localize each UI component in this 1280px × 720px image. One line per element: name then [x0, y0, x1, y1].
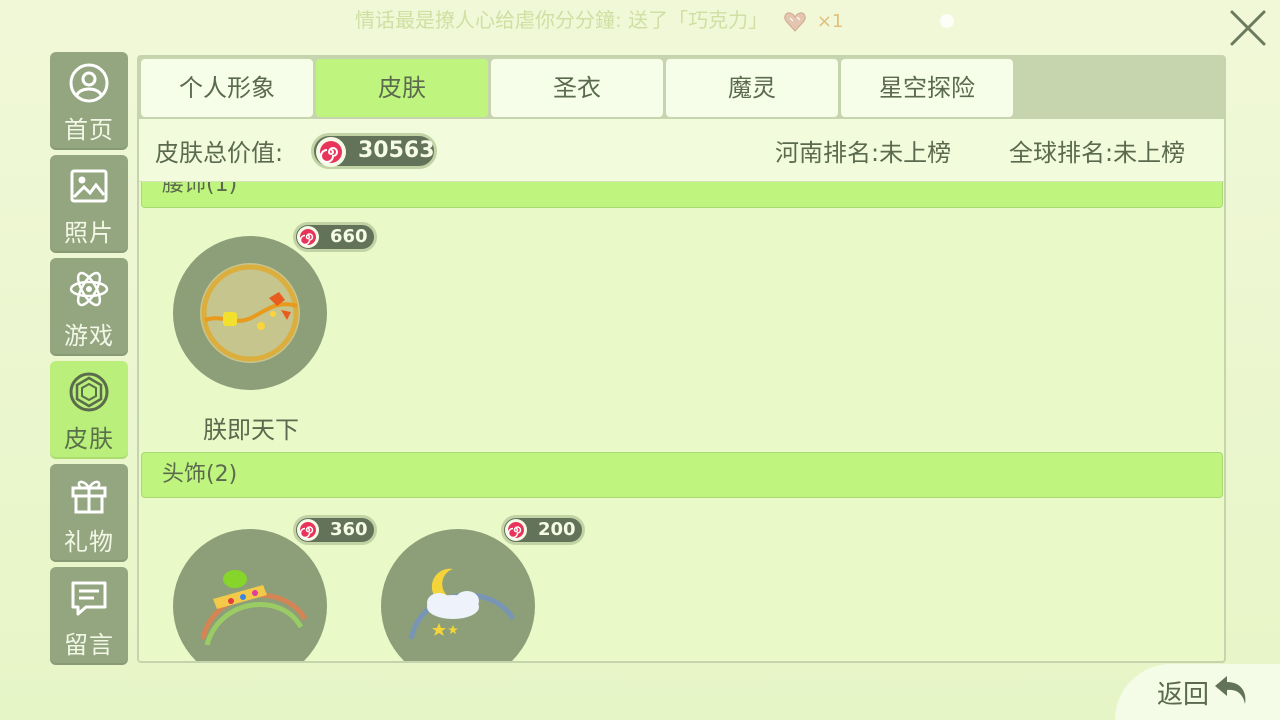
sidebar-item-messages[interactable]: 留言	[50, 567, 128, 665]
skin-summary: 皮肤总价值: 30563 河南排名:未上榜 全球排名:未上榜	[139, 119, 1224, 182]
sidebar-item-gifts[interactable]: 礼物	[50, 464, 128, 562]
sidebar-item-photos[interactable]: 照片	[50, 155, 128, 253]
candy-icon	[297, 226, 319, 248]
gem-icon	[69, 372, 109, 412]
price-badge[interactable]: 200	[501, 515, 585, 545]
tab-skins[interactable]: 皮肤	[316, 59, 488, 117]
skin-item-image	[173, 236, 327, 390]
close-button[interactable]	[1226, 6, 1270, 50]
sidebar-item-label: 皮肤	[64, 425, 114, 453]
sidebar-item-skins[interactable]: 皮肤	[50, 361, 128, 459]
atom-icon	[69, 271, 109, 307]
gift-icon	[71, 480, 107, 514]
price-badge[interactable]: 360	[293, 515, 377, 545]
price-value: 200	[538, 519, 576, 540]
skin-item[interactable]: 660 朕即天下	[173, 222, 377, 444]
photo-icon	[70, 169, 108, 203]
moon-cloud-icon	[408, 568, 516, 640]
tab-appearance[interactable]: 个人形象	[141, 59, 313, 117]
heart-chocolate-icon	[784, 11, 807, 32]
return-arrow-icon	[1215, 676, 1246, 704]
skin-list[interactable]: 腰饰(1) 660 朕即天下 头饰(2) 360 200	[139, 182, 1224, 661]
sidebar-item-games[interactable]: 游戏	[50, 258, 128, 356]
tab-bar: 个人形象 皮肤 圣衣 魔灵 星空探险	[139, 57, 1224, 119]
skin-item-image	[173, 529, 327, 661]
global-rank: 全球排名:未上榜	[1009, 139, 1186, 167]
price-value: 660	[330, 226, 368, 247]
tab-star-exploration[interactable]: 星空探险	[841, 59, 1013, 117]
tab-holy-cloth[interactable]: 圣衣	[491, 59, 663, 117]
marquee-text: 情话最是撩人心给虐你分分鐘: 送了「巧克力」	[355, 8, 769, 32]
candy-icon	[297, 519, 319, 541]
tab-spirit[interactable]: 魔灵	[666, 59, 838, 117]
sparkle-decoration	[940, 14, 954, 28]
close-icon	[1230, 10, 1266, 46]
sidebar-item-label: 礼物	[64, 528, 114, 556]
price-badge[interactable]: 660	[293, 222, 377, 252]
category-header-head: 头饰(2)	[141, 452, 1223, 498]
sidebar-item-label: 首页	[64, 116, 114, 144]
candy-icon	[505, 519, 527, 541]
skin-item[interactable]: 200	[381, 515, 585, 661]
message-icon	[71, 581, 107, 616]
marquee-count: ×1	[816, 11, 844, 32]
sidebar-item-label: 游戏	[64, 322, 114, 350]
rainbow-crown-icon	[200, 570, 308, 646]
sidebar-item-label: 留言	[64, 631, 114, 659]
back-button[interactable]: 返回	[1115, 664, 1280, 720]
price-value: 360	[330, 519, 368, 540]
skin-item[interactable]: 360	[173, 515, 377, 661]
skin-item-name: 朕即天下	[203, 416, 299, 444]
back-label: 返回	[1157, 680, 1210, 710]
sidebar-item-home[interactable]: 首页	[50, 52, 128, 150]
gift-broadcast-marquee: 情话最是撩人心给虐你分分鐘: 送了「巧克力」 ×1	[355, 6, 843, 34]
user-circle-icon	[69, 63, 109, 103]
skin-item-image	[381, 529, 535, 661]
category-header-waist: 腰饰(1)	[141, 182, 1223, 208]
skins-panel: 个人形象 皮肤 圣衣 魔灵 星空探险 皮肤总价值: 30563 河南排名:未上榜…	[137, 55, 1226, 663]
total-value-label: 皮肤总价值:	[155, 139, 284, 167]
candy-icon	[316, 137, 346, 167]
sidebar-item-label: 照片	[64, 219, 114, 247]
total-value-badge: 30563	[311, 133, 437, 169]
province-rank: 河南排名:未上榜	[775, 139, 952, 167]
golden-dragon-icon	[200, 263, 300, 363]
total-value: 30563	[358, 138, 435, 163]
